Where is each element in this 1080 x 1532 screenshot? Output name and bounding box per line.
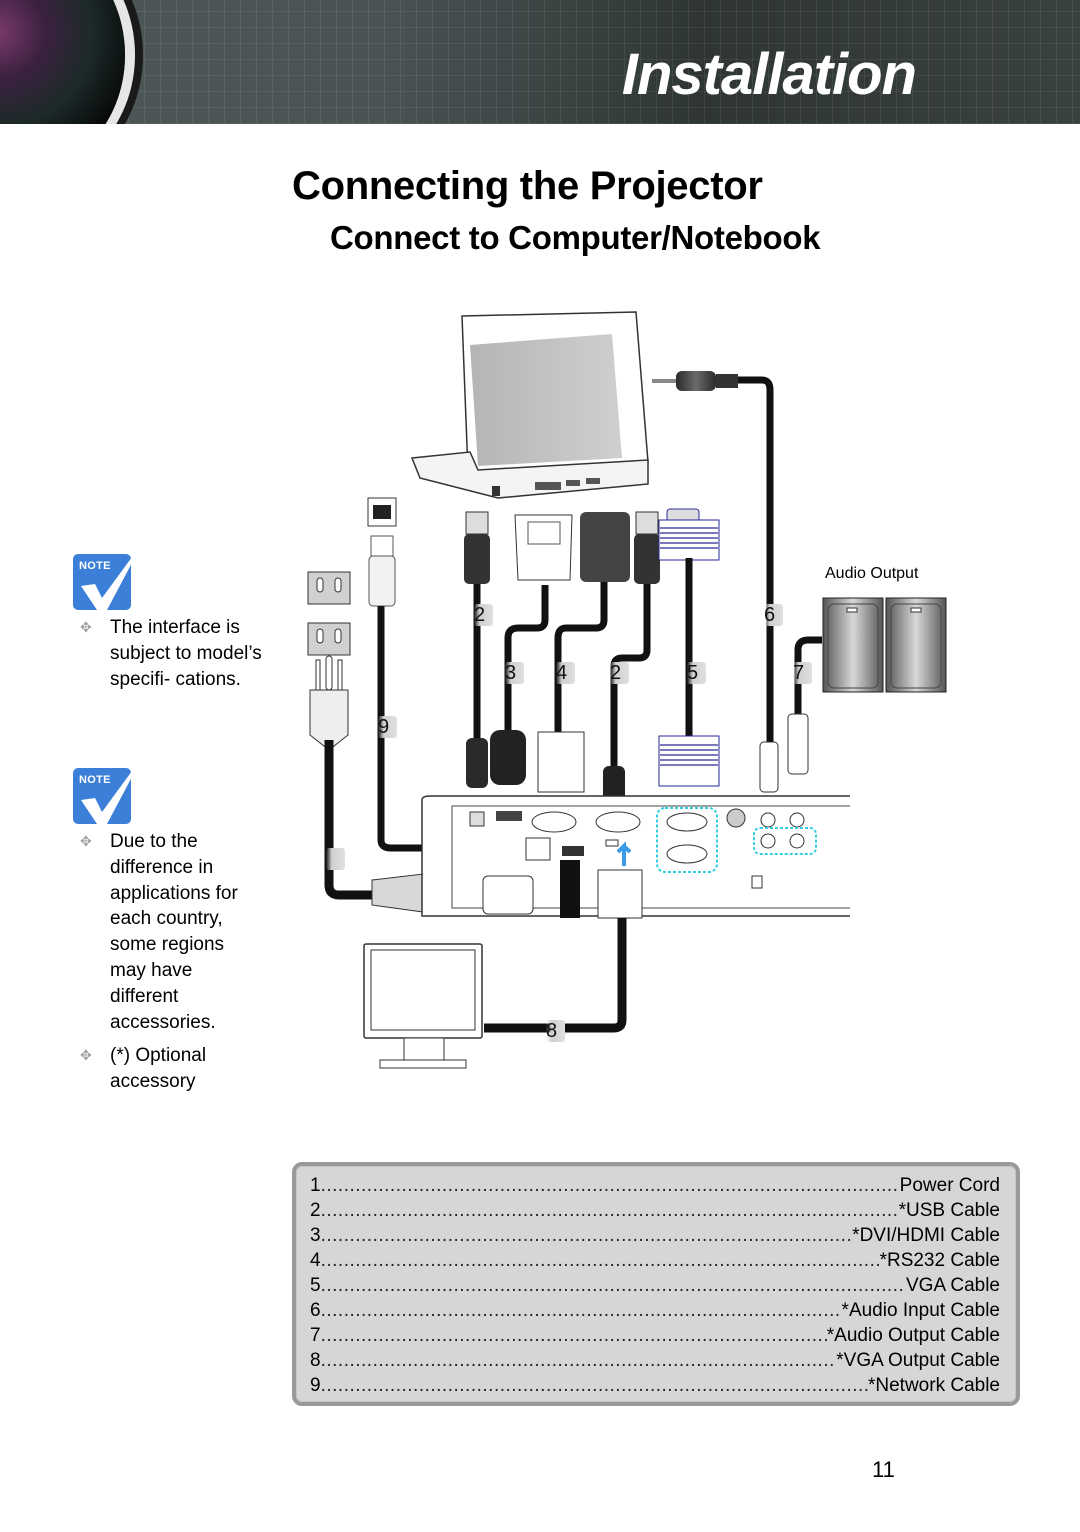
- cable-label: 8: [546, 1020, 566, 1042]
- cable-label: 3: [505, 662, 525, 684]
- cable-label: 9: [378, 716, 398, 738]
- page-number: 11: [872, 1457, 895, 1482]
- legend-row: 5VGA Cable: [310, 1275, 1000, 1300]
- connection-diagram: [307, 311, 850, 1069]
- checkmark-icon: [81, 542, 143, 610]
- banner-grid-pattern: [0, 0, 1080, 124]
- legend-row: 2*USB Cable: [310, 1200, 1000, 1225]
- checkmark-icon: [81, 756, 143, 824]
- cable-label: 2: [474, 604, 494, 626]
- bullet-icon: ✥: [80, 619, 92, 635]
- wall-outlet-icon: [307, 571, 351, 656]
- legend-row: 1Power Cord: [310, 1175, 1000, 1200]
- note-checkmark-icon: NOTE: [73, 756, 143, 824]
- cable-label: 5: [687, 662, 707, 684]
- legend-row: 4*RS232 Cable: [310, 1250, 1000, 1275]
- note-item: ✥ (*) Optional accessory: [80, 1045, 207, 1093]
- cable-label: 7: [793, 662, 813, 684]
- vga-cable: [658, 508, 720, 787]
- cable-label: 1: [326, 848, 346, 870]
- note-item: ✥ Due to the difference in applications f…: [80, 831, 238, 1033]
- legend-row: 9*Network Cable: [310, 1375, 1000, 1400]
- page-title: Connecting the Projector: [292, 164, 763, 208]
- legend-row: 8*VGA Output Cable: [310, 1350, 1000, 1375]
- header-banner: Installation: [0, 0, 1080, 124]
- section-title: Connect to Computer/Notebook: [330, 219, 821, 256]
- cable-label: 4: [556, 662, 576, 684]
- legend-row: 6*Audio Input Cable: [310, 1300, 1000, 1325]
- bullet-icon: ✥: [80, 833, 92, 849]
- monitor-illustration: [363, 943, 483, 1069]
- legend-row: 3*DVI/HDMI Cable: [310, 1225, 1000, 1250]
- note-item: ✥ The interface is subject to model’s spe…: [80, 617, 262, 690]
- usb-cable: [464, 511, 490, 788]
- note-checkmark-icon: NOTE: [73, 542, 143, 610]
- audio-output-label: Audio Output: [825, 565, 919, 582]
- cable-label: 6: [764, 604, 784, 626]
- bullet-icon: ✥: [80, 1047, 92, 1064]
- chapter-title: Installation: [621, 42, 917, 107]
- laptop-illustration: [410, 311, 649, 499]
- cable-legend: 1Power Cord 2*USB Cable 3*DVI/HDMI Cable…: [292, 1162, 1020, 1406]
- legend-row: 7*Audio Output Cable: [310, 1325, 1000, 1350]
- cable-label: 2: [610, 662, 630, 684]
- speakers-icon: [822, 597, 947, 693]
- note-list-1: ✥ The interface is subject to model’s spe…: [72, 615, 272, 692]
- note-list-2: ✥ Due to the difference in applications f…: [72, 829, 250, 1095]
- audio-input-cable: [652, 371, 774, 760]
- projector-rear-panel: [421, 795, 850, 1033]
- projector-lens-image: [0, 0, 125, 124]
